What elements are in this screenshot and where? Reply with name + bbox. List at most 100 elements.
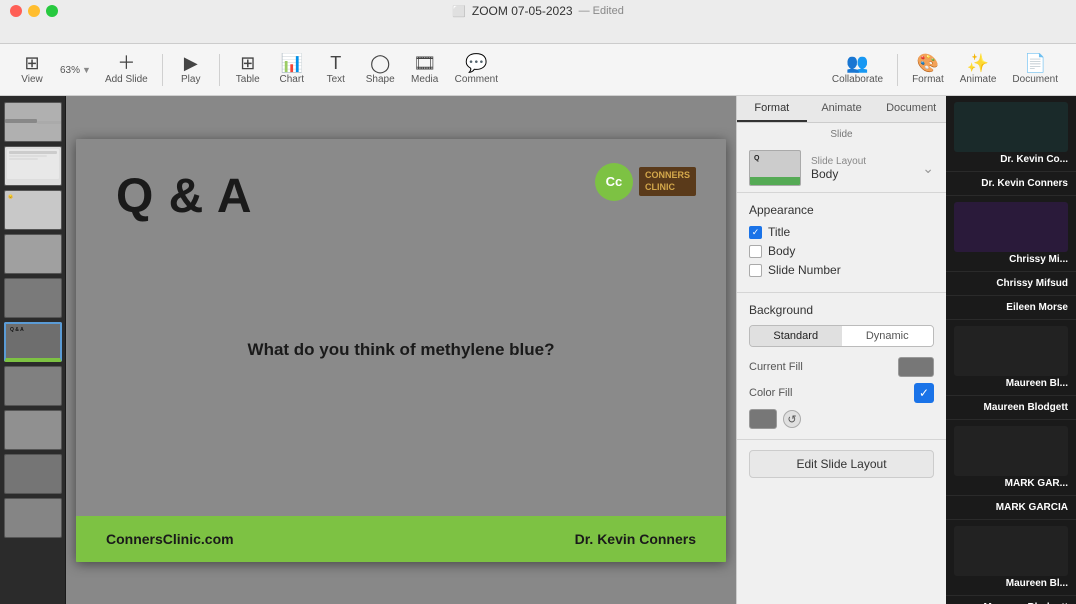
minimize-button[interactable] xyxy=(28,5,40,17)
keynote-icon: ⬜ xyxy=(452,5,466,18)
add-slide-icon: ＋ xyxy=(117,54,135,72)
window-controls xyxy=(10,5,58,17)
media-button[interactable]: 🎞 Media xyxy=(403,50,447,89)
slide-question: What do you think of methylene blue? xyxy=(248,340,555,360)
participant-item-8[interactable]: MARK GARCIA xyxy=(946,496,1076,520)
maximize-button[interactable] xyxy=(46,5,58,17)
layout-thumbnail: Q xyxy=(749,150,801,186)
body-checkbox[interactable] xyxy=(749,245,762,258)
color-fill-icon[interactable]: ✓ xyxy=(914,383,934,403)
chart-button[interactable]: 📊 Chart xyxy=(270,50,314,89)
participant-video-5 xyxy=(954,326,1068,376)
slide-thumb-9[interactable] xyxy=(4,454,62,494)
format-panel: Format Animate Document Slide Q Slide La… xyxy=(736,96,946,604)
participant-video-9 xyxy=(954,526,1068,576)
participant-item-9[interactable]: Maureen Bl... xyxy=(946,520,1076,596)
standard-button[interactable]: Standard xyxy=(750,326,842,346)
play-icon: ▶ xyxy=(184,54,198,72)
format-section-title: Slide xyxy=(737,123,946,144)
participant-item-10[interactable]: Maureen Blodgett xyxy=(946,596,1076,604)
comment-icon: 💬 xyxy=(465,54,487,72)
slide-thumb-7[interactable] xyxy=(4,366,62,406)
body-checkbox-row[interactable]: Body xyxy=(749,244,934,258)
slide-thumb-8[interactable] xyxy=(4,410,62,450)
document-button[interactable]: 📄 Document xyxy=(1004,50,1066,89)
table-button[interactable]: ⊞ Table xyxy=(226,50,270,89)
toolbar-divider-3 xyxy=(897,54,898,86)
text-button[interactable]: T Text xyxy=(314,50,358,89)
play-button[interactable]: ▶ Play xyxy=(169,50,213,89)
slide-layout-section: Q Slide Layout Body ⌄ xyxy=(737,144,946,193)
footer-right: Dr. Kevin Conners xyxy=(575,531,696,547)
participant-video-2 xyxy=(954,202,1068,252)
slide-thumb-5[interactable] xyxy=(4,278,62,318)
participant-name-5: Maureen Bl... xyxy=(954,378,1068,389)
edit-slide-layout-button[interactable]: Edit Slide Layout xyxy=(749,450,934,478)
thumb-content-1 xyxy=(5,103,61,141)
comment-button[interactable]: 💬 Comment xyxy=(447,50,506,89)
slide-thumb-2[interactable] xyxy=(4,146,62,186)
participant-item-0[interactable]: Dr. Kevin Co... xyxy=(946,96,1076,172)
title-bar: ⬜ ZOOM 07-05-2023 — Edited xyxy=(0,0,1076,44)
slide-thumb-6[interactable]: Q & A xyxy=(4,322,62,362)
add-slide-button[interactable]: ＋ Add Slide xyxy=(97,50,156,89)
canvas-area[interactable]: Q & A Cc CONNERSCLINIC What do you think… xyxy=(66,96,736,604)
table-icon: ⊞ xyxy=(240,54,255,72)
title-checkbox-row[interactable]: Title xyxy=(749,225,934,239)
slide-thumb-10[interactable] xyxy=(4,498,62,538)
logo-text: CONNERSCLINIC xyxy=(639,167,696,196)
current-fill-row: Current Fill xyxy=(749,357,934,377)
participant-panel: Dr. Kevin Co... Dr. Kevin Conners Chriss… xyxy=(946,96,1076,604)
tab-animate[interactable]: Animate xyxy=(807,96,877,122)
participant-item-6[interactable]: Maureen Blodgett xyxy=(946,396,1076,420)
slide-logo: Cc CONNERSCLINIC xyxy=(595,163,696,201)
participant-item-4[interactable]: Eileen Morse xyxy=(946,296,1076,320)
title-checkbox[interactable] xyxy=(749,226,762,239)
slide-thumb-4[interactable] xyxy=(4,234,62,274)
participant-item-7[interactable]: MARK GAR... xyxy=(946,420,1076,496)
format-tabs: Format Animate Document xyxy=(737,96,946,123)
animate-icon: ✨ xyxy=(967,54,989,72)
slide-thumb-1[interactable] xyxy=(4,102,62,142)
color-picker-row: ↺ xyxy=(749,409,934,429)
format-button[interactable]: 🎨 Format xyxy=(904,50,952,89)
edited-label: — Edited xyxy=(579,5,624,17)
toolbar: ⊞ View 63% ▼ ＋ Add Slide ▶ Play ⊞ Table … xyxy=(0,44,1076,96)
layout-info: Slide Layout Body xyxy=(811,156,912,181)
footer-left: ConnersClinic.com xyxy=(106,531,234,547)
participant-item-5[interactable]: Maureen Bl... xyxy=(946,320,1076,396)
shape-button[interactable]: ◯ Shape xyxy=(358,50,403,89)
view-button[interactable]: ⊞ View xyxy=(10,50,54,89)
tab-format[interactable]: Format xyxy=(737,96,807,122)
tab-document[interactable]: Document xyxy=(876,96,946,122)
participant-video-7 xyxy=(954,426,1068,476)
background-header: Background xyxy=(749,303,934,317)
slide-number-label: Slide Number xyxy=(768,263,841,277)
color-swatch[interactable] xyxy=(749,409,777,429)
participant-name-3: Chrissy Mifsud xyxy=(954,278,1068,289)
collaborate-icon: 👥 xyxy=(846,54,868,72)
slide-canvas[interactable]: Q & A Cc CONNERSCLINIC What do you think… xyxy=(76,139,726,562)
participant-item-2[interactable]: Chrissy Mi... xyxy=(946,196,1076,272)
slide-number-checkbox[interactable] xyxy=(749,264,762,277)
participant-name-2: Chrissy Mi... xyxy=(954,254,1068,265)
appearance-section: Appearance Title Body Slide Number xyxy=(737,193,946,293)
participant-item-3[interactable]: Chrissy Mifsud xyxy=(946,272,1076,296)
layout-chevron-icon[interactable]: ⌄ xyxy=(922,160,934,177)
participant-item-1[interactable]: Dr. Kevin Conners xyxy=(946,172,1076,196)
current-fill-swatch[interactable] xyxy=(898,357,934,377)
close-button[interactable] xyxy=(10,5,22,17)
slide-number-checkbox-row[interactable]: Slide Number xyxy=(749,263,934,277)
logo-circle: Cc xyxy=(595,163,633,201)
participant-name-6: Maureen Blodgett xyxy=(954,402,1068,413)
participant-name-9: Maureen Bl... xyxy=(954,578,1068,589)
slide-thumb-3[interactable]: 😊 xyxy=(4,190,62,230)
layout-name-label: Slide Layout xyxy=(811,156,912,167)
zoom-control[interactable]: 63% ▼ xyxy=(54,59,97,80)
format-icon: 🎨 xyxy=(917,54,939,72)
dynamic-button[interactable]: Dynamic xyxy=(842,326,934,346)
collaborate-button[interactable]: 👥 Collaborate xyxy=(824,50,891,89)
animate-button[interactable]: ✨ Animate xyxy=(952,50,1005,89)
color-refresh-button[interactable]: ↺ xyxy=(783,410,801,428)
color-fill-label: Color Fill xyxy=(749,387,792,399)
